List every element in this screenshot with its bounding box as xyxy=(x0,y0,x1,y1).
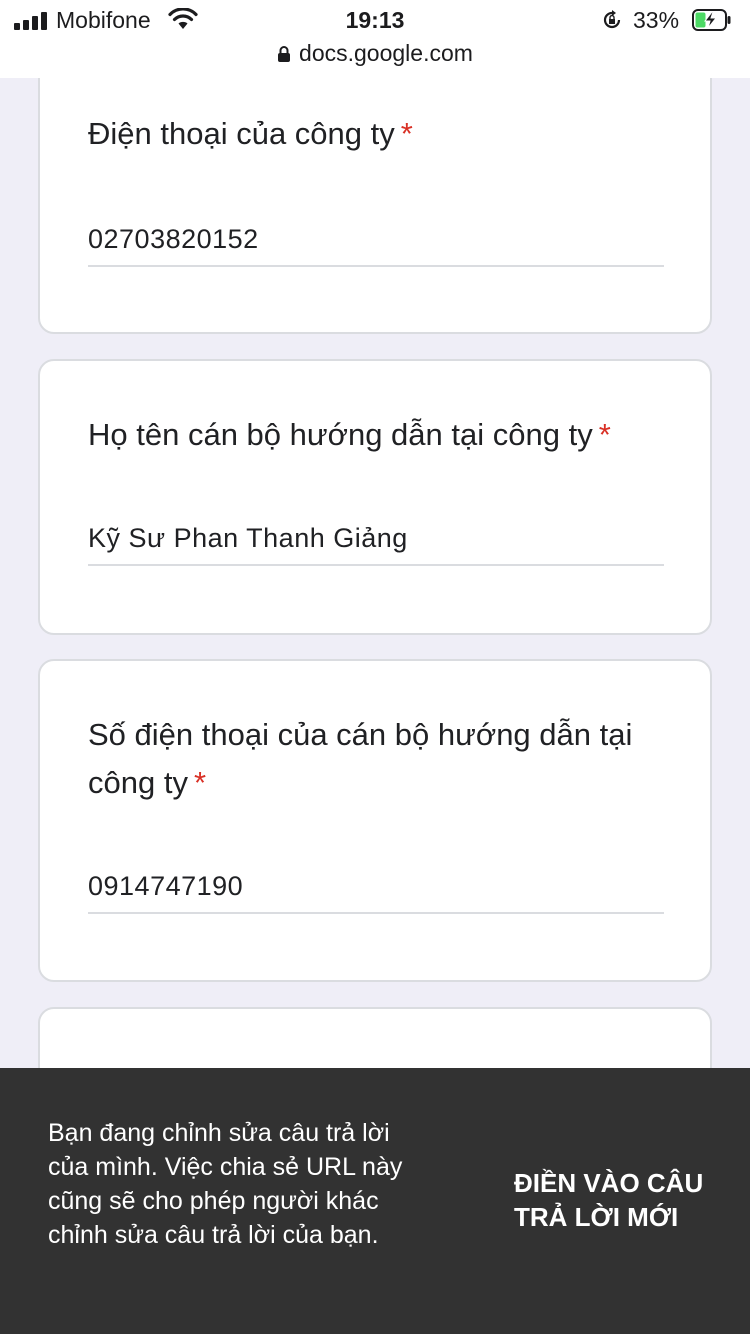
required-asterisk: * xyxy=(598,417,611,452)
question-title-text: Số điện thoại của cán bộ hướng dẫn tại c… xyxy=(88,717,633,800)
required-asterisk: * xyxy=(400,116,413,151)
question-title: Họ tên cán bộ hướng dẫn tại công ty * xyxy=(88,411,668,459)
rotation-lock-icon xyxy=(603,10,621,29)
question-title-text: Họ tên cán bộ hướng dẫn tại công ty xyxy=(88,417,593,452)
submit-another-response-button[interactable]: ĐIỀN VÀO CÂU TRẢ LỜI MỚI xyxy=(514,1166,724,1234)
battery-charging-icon xyxy=(692,9,731,31)
question-title: Số điện thoại của cán bộ hướng dẫn tại c… xyxy=(88,711,668,807)
question-title-text: Điện thoại của công ty xyxy=(88,116,395,151)
battery-percent: 33% xyxy=(633,7,680,33)
question-card-company-phone: Điện thoại của công ty * 02703820152 xyxy=(38,40,712,334)
answer-input[interactable]: Kỹ Sư Phan Thanh Giảng xyxy=(88,523,664,566)
url-domain: docs.google.com xyxy=(299,40,473,66)
answer-input[interactable]: 0914747190 xyxy=(88,871,664,914)
answer-value: 02703820152 xyxy=(88,224,259,254)
answer-input[interactable]: 02703820152 xyxy=(88,224,664,267)
question-card-supervisor-name: Họ tên cán bộ hướng dẫn tại công ty * Kỹ … xyxy=(38,359,712,635)
snackbar-message: Bạn đang chỉnh sửa câu trả lời của mình.… xyxy=(48,1119,403,1249)
required-asterisk: * xyxy=(193,765,207,800)
answer-value: Kỹ Sư Phan Thanh Giảng xyxy=(88,523,408,553)
browser-top-bar: Mobifone 19:13 33% docs.google.com xyxy=(0,0,750,78)
status-bar: Mobifone 19:13 33% xyxy=(0,0,750,40)
edit-response-snackbar: Bạn đang chỉnh sửa câu trả lời của mình.… xyxy=(0,1068,750,1334)
question-card-supervisor-phone: Số điện thoại của cán bộ hướng dẫn tại c… xyxy=(38,659,712,982)
question-title: Điện thoại của công ty * xyxy=(88,110,668,158)
answer-value: 0914747190 xyxy=(88,871,244,901)
padlock-icon xyxy=(278,45,291,62)
address-bar[interactable]: docs.google.com xyxy=(0,40,750,72)
